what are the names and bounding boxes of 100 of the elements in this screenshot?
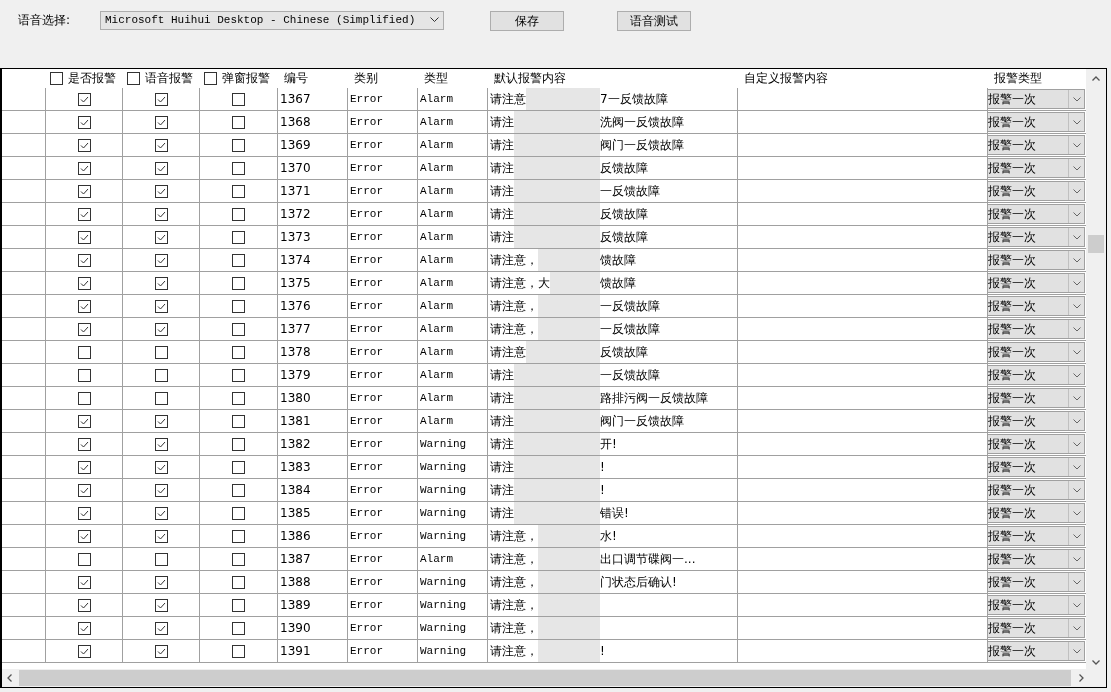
row-checkbox[interactable]: [77, 368, 91, 382]
row-checkbox[interactable]: [154, 276, 168, 290]
row-checkbox[interactable]: [154, 299, 168, 313]
row-checkbox[interactable]: [154, 207, 168, 221]
row-checkbox[interactable]: [77, 529, 91, 543]
scroll-thumb[interactable]: [19, 670, 1071, 686]
row-checkbox[interactable]: [154, 575, 168, 589]
row-checkbox[interactable]: [77, 92, 91, 106]
row-checkbox[interactable]: [232, 391, 245, 405]
row-checkbox[interactable]: [77, 299, 91, 313]
row-checkbox[interactable]: [154, 184, 168, 198]
row-checkbox[interactable]: [232, 276, 245, 290]
row-checkbox[interactable]: [154, 115, 168, 129]
row-checkbox[interactable]: [77, 322, 91, 336]
row-checkbox[interactable]: [77, 506, 91, 520]
row-checkbox[interactable]: [232, 253, 245, 267]
row-checkbox[interactable]: [232, 322, 245, 336]
alarm-type-dropdown[interactable]: 报警一次: [988, 296, 1085, 316]
row-checkbox[interactable]: [154, 345, 168, 359]
alarm-type-dropdown[interactable]: 报警一次: [988, 526, 1085, 546]
row-checkbox[interactable]: [154, 322, 168, 336]
alarm-type-dropdown[interactable]: 报警一次: [988, 181, 1085, 201]
row-checkbox[interactable]: [232, 506, 245, 520]
save-button[interactable]: 保存: [490, 11, 564, 31]
alarm-type-dropdown[interactable]: 报警一次: [988, 480, 1085, 500]
horizontal-scrollbar[interactable]: [2, 669, 1106, 687]
alarm-type-dropdown[interactable]: 报警一次: [988, 227, 1085, 247]
row-checkbox[interactable]: [77, 115, 91, 129]
alarm-type-dropdown[interactable]: 报警一次: [988, 411, 1085, 431]
row-checkbox[interactable]: [77, 552, 91, 566]
row-checkbox[interactable]: [232, 575, 245, 589]
alarm-type-dropdown[interactable]: 报警一次: [988, 135, 1085, 155]
row-checkbox[interactable]: [77, 161, 91, 175]
row-checkbox[interactable]: [232, 230, 245, 244]
row-checkbox[interactable]: [154, 552, 168, 566]
row-checkbox[interactable]: [154, 253, 168, 267]
voice-select[interactable]: Microsoft Huihui Desktop - Chinese (Simplified): [100, 10, 444, 30]
alarm-type-dropdown[interactable]: 报警一次: [988, 618, 1085, 638]
row-checkbox[interactable]: [154, 138, 168, 152]
row-checkbox[interactable]: [232, 437, 245, 451]
row-checkbox[interactable]: [154, 161, 168, 175]
row-checkbox[interactable]: [77, 253, 91, 267]
row-checkbox[interactable]: [232, 138, 245, 152]
row-checkbox[interactable]: [232, 414, 245, 428]
alarm-type-dropdown[interactable]: 报警一次: [988, 112, 1085, 132]
row-checkbox[interactable]: [154, 621, 168, 635]
row-checkbox[interactable]: [232, 345, 245, 359]
alarm-type-dropdown[interactable]: 报警一次: [988, 250, 1085, 270]
row-checkbox[interactable]: [77, 345, 91, 359]
row-checkbox[interactable]: [154, 368, 168, 382]
row-checkbox[interactable]: [154, 414, 168, 428]
row-checkbox[interactable]: [154, 529, 168, 543]
row-checkbox[interactable]: [77, 437, 91, 451]
row-checkbox[interactable]: [232, 368, 245, 382]
alarm-type-dropdown[interactable]: 报警一次: [988, 204, 1085, 224]
vertical-scrollbar[interactable]: [1086, 69, 1106, 669]
row-checkbox[interactable]: [77, 276, 91, 290]
row-checkbox[interactable]: [154, 230, 168, 244]
scroll-thumb[interactable]: [1088, 235, 1105, 253]
row-checkbox[interactable]: [154, 506, 168, 520]
row-checkbox[interactable]: [77, 460, 91, 474]
row-checkbox[interactable]: [232, 161, 245, 175]
row-checkbox[interactable]: [77, 644, 91, 658]
row-checkbox[interactable]: [77, 138, 91, 152]
row-checkbox[interactable]: [232, 115, 245, 129]
row-checkbox[interactable]: [232, 460, 245, 474]
row-checkbox[interactable]: [154, 437, 168, 451]
alarm-type-dropdown[interactable]: 报警一次: [988, 158, 1085, 178]
alarm-type-dropdown[interactable]: 报警一次: [988, 549, 1085, 569]
row-checkbox[interactable]: [154, 644, 168, 658]
row-checkbox[interactable]: [232, 184, 245, 198]
row-checkbox[interactable]: [154, 483, 168, 497]
row-checkbox[interactable]: [154, 92, 168, 106]
alarm-type-dropdown[interactable]: 报警一次: [988, 319, 1085, 339]
header-checkbox[interactable]: [204, 72, 217, 85]
alarm-type-dropdown[interactable]: 报警一次: [988, 503, 1085, 523]
row-checkbox[interactable]: [77, 207, 91, 221]
row-checkbox[interactable]: [77, 184, 91, 198]
row-checkbox[interactable]: [232, 529, 245, 543]
row-checkbox[interactable]: [232, 598, 245, 612]
row-checkbox[interactable]: [232, 483, 245, 497]
alarm-type-dropdown[interactable]: 报警一次: [988, 365, 1085, 385]
row-checkbox[interactable]: [77, 598, 91, 612]
row-checkbox[interactable]: [77, 414, 91, 428]
alarm-type-dropdown[interactable]: 报警一次: [988, 457, 1085, 477]
voice-test-button[interactable]: 语音测试: [617, 11, 691, 31]
row-checkbox[interactable]: [232, 299, 245, 313]
row-checkbox[interactable]: [232, 207, 245, 221]
row-checkbox[interactable]: [232, 621, 245, 635]
header-checkbox[interactable]: [127, 72, 140, 85]
alarm-type-dropdown[interactable]: 报警一次: [988, 434, 1085, 454]
row-checkbox[interactable]: [154, 598, 168, 612]
row-checkbox[interactable]: [77, 391, 91, 405]
row-checkbox[interactable]: [77, 483, 91, 497]
row-checkbox[interactable]: [77, 575, 91, 589]
row-checkbox[interactable]: [232, 644, 245, 658]
alarm-type-dropdown[interactable]: 报警一次: [988, 595, 1085, 615]
row-checkbox[interactable]: [154, 460, 168, 474]
row-checkbox[interactable]: [232, 552, 245, 566]
alarm-type-dropdown[interactable]: 报警一次: [988, 641, 1085, 661]
